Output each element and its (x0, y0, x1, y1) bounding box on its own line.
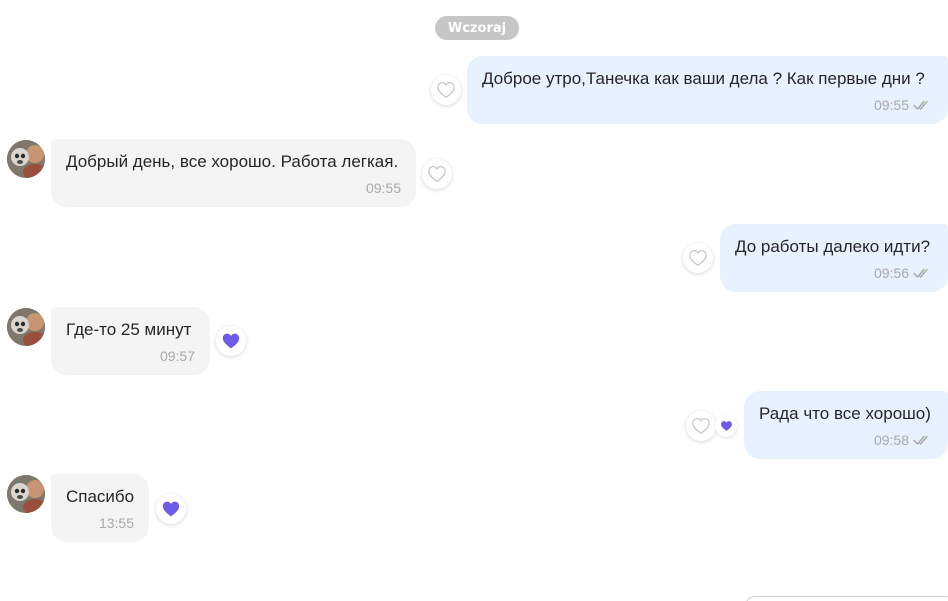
heart-filled-icon (162, 501, 180, 517)
reaction-button[interactable] (216, 326, 246, 356)
contact-avatar[interactable] (7, 475, 45, 513)
heart-filled-icon (720, 421, 732, 431)
contact-avatar[interactable] (7, 140, 45, 178)
message-bubble-incoming[interactable]: Где-то 25 минут 09:57 (51, 307, 210, 375)
message-bubble-outgoing[interactable]: Рада что все хорошо) 09:58 (744, 391, 948, 459)
message-reaction-badge[interactable] (715, 415, 737, 437)
double-check-icon (913, 268, 928, 278)
add-reaction-button[interactable] (422, 159, 452, 189)
heart-filled-icon (222, 333, 240, 349)
message-bubble-outgoing[interactable]: Доброе утро,Танечка как ваши дела ? Как … (467, 56, 948, 124)
message-time: 09:56 (873, 265, 909, 281)
heart-outline-icon (437, 81, 455, 99)
message-text: Доброе утро,Танечка как ваши дела ? Как … (482, 69, 925, 88)
message-time: 13:55 (98, 515, 134, 531)
message-text: Добрый день, все хорошо. Работа легкая. (66, 152, 399, 171)
reaction-button[interactable] (156, 494, 186, 524)
add-reaction-button[interactable] (686, 411, 716, 441)
message-time: 09:55 (365, 180, 401, 196)
message-text: До работы далеко идти? (735, 237, 931, 256)
date-separator: Wczoraj (435, 16, 519, 40)
avatar-image (7, 140, 45, 178)
message-time: 09:58 (873, 432, 909, 448)
message-text: Рада что все хорошо) (759, 404, 931, 423)
message-bubble-incoming[interactable]: Спасибо 13:55 (51, 474, 149, 542)
message-time: 09:57 (159, 348, 195, 364)
double-check-icon (913, 435, 928, 445)
message-text: Где-то 25 минут (66, 320, 192, 339)
heart-outline-icon (692, 417, 710, 435)
heart-outline-icon (689, 249, 707, 267)
heart-outline-icon (428, 165, 446, 183)
avatar-image (7, 475, 45, 513)
message-text: Спасибо (66, 487, 135, 506)
message-composer[interactable] (745, 596, 948, 601)
contact-avatar[interactable] (7, 308, 45, 346)
message-bubble-incoming[interactable]: Добрый день, все хорошо. Работа легкая. … (51, 139, 416, 207)
add-reaction-button[interactable] (431, 75, 461, 105)
add-reaction-button[interactable] (683, 243, 713, 273)
avatar-image (7, 308, 45, 346)
message-bubble-outgoing[interactable]: До работы далеко идти? 09:56 (720, 224, 948, 292)
double-check-icon (913, 100, 928, 110)
message-time: 09:55 (873, 97, 909, 113)
